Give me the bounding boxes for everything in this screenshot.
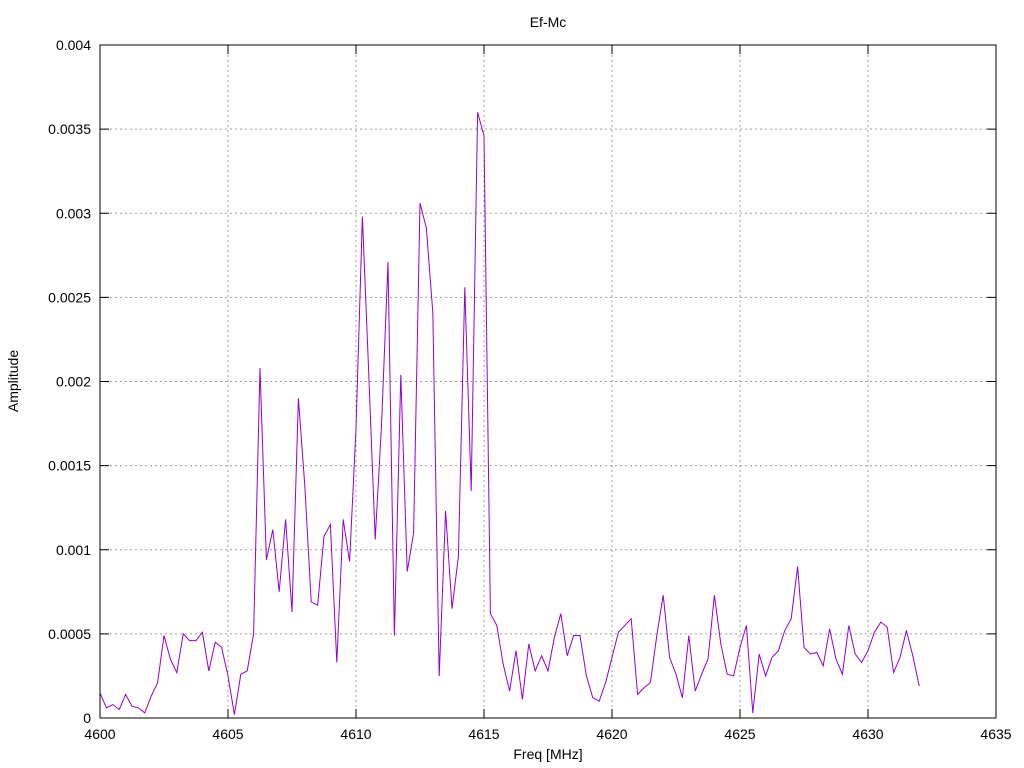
x-tick-label: 4610	[340, 726, 371, 742]
chart: 4600 4605 4610 4615 4620 4625 4630 4635 0 0.0005…	[5, 14, 1012, 762]
y-tick-label: 0.001	[56, 542, 91, 558]
x-tick-label: 4600	[84, 726, 115, 742]
x-tick-label: 4635	[980, 726, 1011, 742]
x-tick-label: 4625	[724, 726, 755, 742]
grid	[100, 45, 996, 718]
x-tick-label: 4605	[212, 726, 243, 742]
y-tick-label: 0.0015	[48, 458, 91, 474]
series-layer	[99, 112, 920, 715]
y-tick-label: 0	[83, 710, 91, 726]
y-tick-labels: 0 0.0005 0.001 0.0015 0.002 0.0025 0.003 0.0035…	[48, 37, 91, 726]
x-tick-label: 4630	[852, 726, 883, 742]
y-tick-label: 0.0025	[48, 289, 91, 305]
y-tick-label: 0.0035	[48, 121, 91, 137]
x-tick-labels: 4600 4605 4610 4615 4620 4625 4630 4635	[84, 726, 1011, 742]
chart-title: Ef-Mc	[530, 14, 567, 30]
series-line	[99, 112, 920, 715]
x-axis-title: Freq [MHz]	[513, 746, 582, 762]
y-axis-title: Amplitude	[5, 350, 21, 412]
y-tick-label: 0.004	[56, 37, 91, 53]
y-tick-label: 0.0005	[48, 626, 91, 642]
y-tick-label: 0.003	[56, 205, 91, 221]
x-tick-label: 4615	[468, 726, 499, 742]
x-tick-label: 4620	[596, 726, 627, 742]
y-tick-label: 0.002	[56, 374, 91, 390]
